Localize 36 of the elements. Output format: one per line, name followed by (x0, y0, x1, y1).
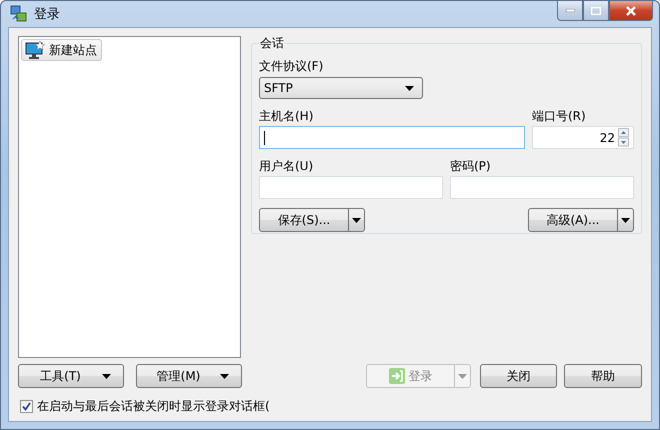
field-label: 密码(P) (450, 158, 492, 173)
minimize-icon (566, 9, 574, 12)
checkbox-label: 在启动与最后会话被关闭时显示登录对话框( (37, 398, 270, 415)
password-field[interactable] (450, 176, 634, 199)
protocol-dropdown[interactable]: SFTP (259, 77, 423, 99)
input-field[interactable] (259, 126, 525, 149)
checkbox[interactable] (20, 400, 33, 413)
dropdown-arrow-icon (458, 374, 467, 378)
port-spinner[interactable]: 22 (532, 126, 634, 149)
dropdown-arrow-icon (352, 218, 361, 222)
dropdown-arrow-icon (102, 374, 111, 378)
menu-button[interactable]: 工具(T) (18, 364, 124, 388)
dialog-button[interactable]: 关闭 (480, 364, 557, 388)
field-label: 文件协议(F) (259, 58, 324, 73)
computer-icon (25, 41, 45, 59)
field-label: 主机名(H) (259, 108, 314, 123)
dropdown-arrow-icon (621, 218, 630, 222)
close-icon (625, 6, 637, 16)
dropdown-arrow-icon (220, 374, 229, 378)
field-label: 端口号(R) (532, 108, 587, 123)
window-title: 登录 (34, 6, 61, 23)
split-button[interactable]: 高级(A)... (528, 208, 634, 232)
dropdown-arrow-icon (405, 86, 414, 90)
maximize-button[interactable] (583, 1, 609, 21)
input-field[interactable] (259, 176, 443, 199)
group-title: 会话 (259, 35, 285, 52)
app-icon (10, 5, 28, 23)
split-button[interactable]: 保存(S)... (259, 208, 365, 232)
login-icon (388, 368, 404, 384)
tree-item[interactable]: 新建站点 (21, 39, 102, 61)
menu-button[interactable]: 管理(M) (136, 364, 242, 388)
dialog-button[interactable]: 帮助 (564, 364, 642, 388)
field-label: 用户名(U) (259, 158, 314, 173)
close-button[interactable] (609, 1, 653, 21)
minimize-button[interactable] (557, 1, 583, 21)
maximize-icon (591, 6, 601, 14)
